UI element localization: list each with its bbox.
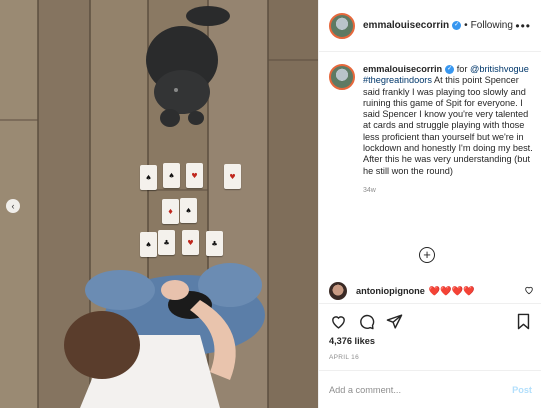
chevron-left-icon: ‹ — [11, 201, 15, 211]
commenter-avatar[interactable] — [329, 282, 347, 300]
bookmark-icon[interactable] — [514, 313, 532, 331]
caption-timestamp[interactable]: 34w — [363, 185, 533, 196]
playing-card: ♠ — [163, 163, 180, 188]
caption-username[interactable]: emmalouisecorrin — [363, 64, 442, 74]
post-caption: emmalouisecorrin ✓ for @britishvogue #the… — [329, 64, 534, 196]
following-button[interactable]: Following — [471, 20, 513, 31]
playing-card: ♦ — [162, 199, 179, 224]
author-avatar[interactable] — [329, 12, 355, 39]
playing-card: ♣ — [206, 231, 223, 256]
caption-avatar[interactable] — [329, 64, 355, 90]
verified-badge-icon: ✓ — [445, 65, 455, 75]
comment-like-icon[interactable] — [524, 285, 534, 297]
playing-card: ♠ — [180, 198, 197, 223]
post-header: emmalouisecorrin ✓ • Following ••• — [319, 0, 541, 52]
comment-text: ❤️❤️❤️❤️ — [428, 285, 475, 296]
playing-card: ♥ — [224, 164, 241, 189]
playing-card: ♥ — [182, 230, 199, 255]
post-photo[interactable]: ♠ ♠ ♥ ♥ ♦ ♠ ♠ ♣ ♥ ♣ ‹ — [0, 0, 318, 408]
verified-badge-icon: ✓ — [452, 21, 462, 30]
author-username[interactable]: emmalouisecorrin — [363, 20, 449, 31]
comment-row: antoniopignone ❤️❤️❤️❤️ — [329, 282, 534, 300]
post-date[interactable]: APRIL 16 — [329, 354, 359, 361]
comment-bubble-icon[interactable] — [357, 313, 375, 331]
playing-card: ♠ — [140, 165, 157, 190]
post-side-panel: emmalouisecorrin ✓ • Following ••• emmal… — [318, 0, 541, 408]
add-comment-bar: Post — [319, 370, 541, 408]
paper-plane-icon[interactable] — [385, 313, 403, 331]
post-comment-button[interactable]: Post — [512, 385, 532, 395]
caption-body: emmalouisecorrin ✓ for @britishvogue #the… — [363, 64, 533, 196]
carousel-prev-button[interactable]: ‹ — [6, 199, 20, 213]
load-more-comments-button[interactable]: + — [419, 247, 435, 263]
wood-floor — [0, 0, 318, 408]
caption-hashtag-link[interactable]: #thegreatindoors — [363, 75, 432, 85]
caption-for: for — [456, 64, 468, 74]
caption-mention-link[interactable]: @britishvogue — [470, 64, 529, 74]
playing-card: ♥ — [186, 163, 203, 188]
comment-input[interactable] — [329, 384, 489, 395]
playing-card: ♣ — [158, 230, 175, 255]
post-modal: ♠ ♠ ♥ ♥ ♦ ♠ ♠ ♣ ♥ ♣ ‹ emmalouisecorrin ✓… — [0, 0, 541, 408]
post-actions — [319, 303, 541, 339]
heart-icon[interactable] — [329, 313, 347, 331]
likes-count[interactable]: 4,376 likes — [329, 336, 375, 346]
separator-dot: • — [464, 20, 468, 31]
caption-text: At this point Spencer said frankly I was… — [363, 75, 533, 176]
more-options-icon[interactable]: ••• — [515, 19, 531, 33]
commenter-username[interactable]: antoniopignone — [356, 286, 425, 296]
playing-card: ♠ — [140, 232, 157, 257]
